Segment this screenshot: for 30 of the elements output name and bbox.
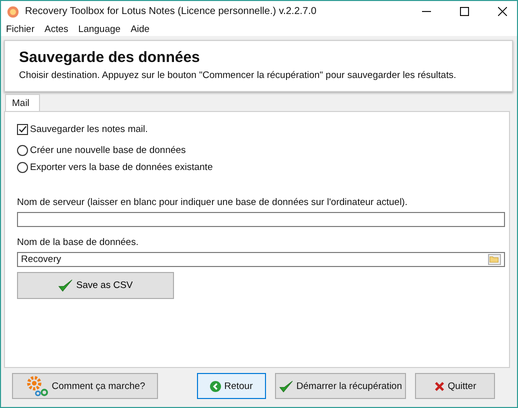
server-field[interactable] xyxy=(17,212,505,227)
footer-button[interactable]: Démarrer la récupération xyxy=(275,373,406,399)
gears-icon xyxy=(24,375,49,397)
page-subtitle: Choisir destination. Appuyez sur le bouton "Commencer la récupération" pour sauvegarder les résultats. xyxy=(19,70,458,81)
menu-item[interactable]: Aide xyxy=(130,24,150,34)
field-label: Nom de serveur (laisser en blanc pour indiquer une base de données sur l'ordinateur actuel). xyxy=(17,197,408,208)
footer-button[interactable]: Retour xyxy=(197,373,266,399)
app-logo-icon xyxy=(7,6,19,18)
checkmark-icon xyxy=(58,278,74,293)
footer-button[interactable]: Quitter xyxy=(415,373,495,399)
checkmark-icon xyxy=(279,378,294,394)
window-title: Recovery Toolbox for Lotus Notes (Licence personnelle.) v.2.2.7.0 xyxy=(25,6,316,17)
page-title: Sauvegarde des données xyxy=(19,49,201,66)
radio-label: Exporter vers la base de données existante xyxy=(30,162,213,173)
cross-icon xyxy=(434,380,445,392)
checkbox-label: Sauvegarder les notes mail. xyxy=(30,124,148,135)
radio-button[interactable] xyxy=(17,162,28,173)
save-as-csv-button[interactable]: Save as CSV xyxy=(17,272,174,299)
close-icon[interactable] xyxy=(498,7,507,16)
maximize-icon[interactable] xyxy=(460,7,469,16)
menu-item[interactable]: Language xyxy=(78,24,121,34)
tab[interactable]: Mail xyxy=(5,94,40,111)
field-label: Nom de la base de données. xyxy=(17,237,138,248)
menu-item[interactable]: Fichier xyxy=(6,24,35,34)
database-field[interactable]: Recovery xyxy=(17,252,505,267)
checkbox[interactable] xyxy=(17,124,28,135)
footer-button[interactable]: Comment ça marche? xyxy=(12,373,158,399)
radio-button[interactable] xyxy=(17,145,28,156)
radio-label: Créer une nouvelle base de données xyxy=(30,145,186,156)
menu-item[interactable]: Actes xyxy=(44,24,68,34)
